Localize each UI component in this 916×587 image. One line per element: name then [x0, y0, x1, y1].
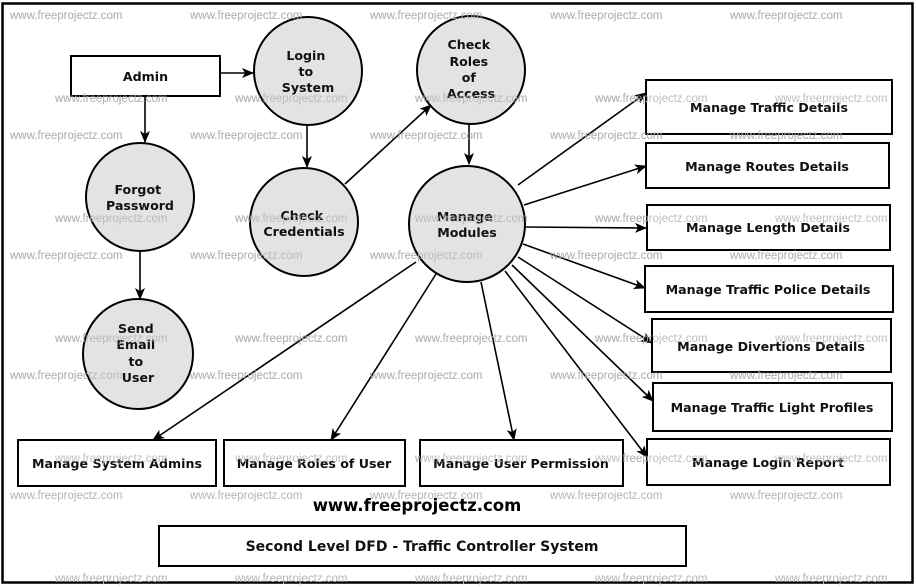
module-manage-traffic-light-profiles[interactable]: Manage Traffic Light Profiles: [652, 382, 893, 432]
watermark-text: www.freeprojectz.com: [234, 333, 347, 345]
watermark-text: www.freeprojectz.com: [54, 453, 167, 465]
watermark-text: www.freeprojectz.com: [594, 333, 707, 345]
process-forgot-line-2: Password: [106, 198, 174, 213]
process-check-roles-line-3: of: [462, 70, 477, 85]
process-forgot-password[interactable]: Forgot Password: [85, 142, 195, 252]
module-manage-routes-details[interactable]: Manage Routes Details: [645, 142, 890, 189]
watermark-text: www.freeprojectz.com: [189, 370, 302, 382]
entity-admin[interactable]: Admin: [70, 55, 221, 97]
process-check-roles-line-1: Check: [448, 37, 491, 52]
watermark-text: www.freeprojectz.com: [549, 130, 662, 142]
watermark-text: www.freeprojectz.com: [414, 333, 527, 345]
watermark-text: www.freeprojectz.com: [234, 93, 347, 105]
watermark-text: www.freeprojectz.com: [549, 10, 662, 22]
watermark-text: www.freeprojectz.com: [729, 490, 842, 502]
process-send-email-line-3: to: [128, 354, 143, 369]
watermark-text: www.freeprojectz.com: [774, 93, 887, 105]
diagram-title: Second Level DFD - Traffic Controller Sy…: [246, 539, 599, 555]
watermark-text: www.freeprojectz.com: [594, 573, 707, 585]
watermark-text: www.freeprojectz.com: [594, 453, 707, 465]
process-send-email-line-4: User: [122, 370, 155, 385]
module-police-label: Manage Traffic Police Details: [666, 282, 871, 297]
watermark-text: www.freeprojectz.com: [774, 333, 887, 345]
watermark-text: www.freeprojectz.com: [549, 370, 662, 382]
watermark-text: www.freeprojectz.com: [594, 213, 707, 225]
module-manage-divertions-details[interactable]: Manage Divertions Details: [651, 318, 892, 373]
watermark-text: www.freeprojectz.com: [549, 490, 662, 502]
process-send-email-to-user[interactable]: Send Email to User: [82, 298, 194, 410]
process-check-roles-line-2: Roles: [449, 54, 488, 69]
flow-arrow-manage-modules-to-length: [524, 222, 647, 233]
watermark-text: www.freeprojectz.com: [414, 573, 527, 585]
module-manage-traffic-details[interactable]: Manage Traffic Details: [645, 79, 893, 135]
watermark-text: www.freeprojectz.com: [729, 250, 842, 262]
module-light-label: Manage Traffic Light Profiles: [671, 400, 874, 415]
watermark-text: www.freeprojectz.com: [234, 453, 347, 465]
process-forgot-line-1: Forgot: [114, 182, 161, 197]
watermark-text: www.freeprojectz.com: [414, 93, 527, 105]
svg-text:Forgot Password: Forgot Password: [106, 182, 174, 213]
watermark-text: www.freeprojectz.com: [9, 490, 122, 502]
watermark-text: www.freeprojectz.com: [54, 333, 167, 345]
watermark-text: www.freeprojectz.com: [9, 250, 122, 262]
watermark-text: www.freeprojectz.com: [369, 250, 482, 262]
watermark-text: www.freeprojectz.com: [369, 370, 482, 382]
watermark-text: www.freeprojectz.com: [189, 250, 302, 262]
process-check-cred-line-2: Credentials: [263, 224, 344, 239]
watermark-text: www.freeprojectz.com: [774, 573, 887, 585]
watermark-text: www.freeprojectz.com: [414, 453, 527, 465]
watermark-text: www.freeprojectz.com: [9, 10, 122, 22]
process-login-line-2: to: [298, 64, 313, 79]
module-routes-label: Manage Routes Details: [685, 159, 849, 174]
watermark-text: www.freeprojectz.com: [9, 370, 122, 382]
process-check-roles-of-access[interactable]: Check Roles of Access: [416, 15, 526, 125]
watermark-text: www.freeprojectz.com: [549, 250, 662, 262]
watermark-text: www.freeprojectz.com: [729, 10, 842, 22]
entity-admin-label: Admin: [123, 69, 168, 84]
diagram-title-box: Second Level DFD - Traffic Controller Sy…: [158, 525, 687, 567]
module-manage-length-details[interactable]: Manage Length Details: [646, 204, 891, 251]
watermark-text: www.freeprojectz.com: [9, 130, 122, 142]
process-manage-modules-line-2: Modules: [437, 225, 497, 240]
watermark-text: www.freeprojectz.com: [189, 10, 302, 22]
watermark-text: www.freeprojectz.com: [234, 573, 347, 585]
watermark-text: www.freeprojectz.com: [369, 130, 482, 142]
watermark-text: www.freeprojectz.com: [414, 213, 527, 225]
watermark-text: www.freeprojectz.com: [774, 453, 887, 465]
process-login-line-1: Login: [286, 48, 325, 63]
watermark-text: www.freeprojectz.com: [54, 93, 167, 105]
watermark-text: www.freeprojectz.com: [729, 370, 842, 382]
watermark-text: www.freeprojectz.com: [234, 213, 347, 225]
watermark-text: www.freeprojectz.com: [774, 213, 887, 225]
watermark-text: www.freeprojectz.com: [729, 130, 842, 142]
dfd-diagram: www.freeprojectz.com www.freeprojectz.com…: [1, 2, 914, 585]
watermark-text: www.freeprojectz.com: [189, 130, 302, 142]
watermark-text: www.freeprojectz.com: [189, 490, 302, 502]
watermark-text: www.freeprojectz.com: [54, 213, 167, 225]
watermark-text: www.freeprojectz.com: [54, 573, 167, 585]
watermark-text: www.freeprojectz.com: [594, 93, 707, 105]
website-label: www.freeprojectz.com: [313, 496, 522, 515]
process-login-to-system[interactable]: Login to System: [253, 16, 363, 126]
watermark-text: www.freeprojectz.com: [369, 10, 482, 22]
module-manage-traffic-police-details[interactable]: Manage Traffic Police Details: [644, 265, 894, 313]
